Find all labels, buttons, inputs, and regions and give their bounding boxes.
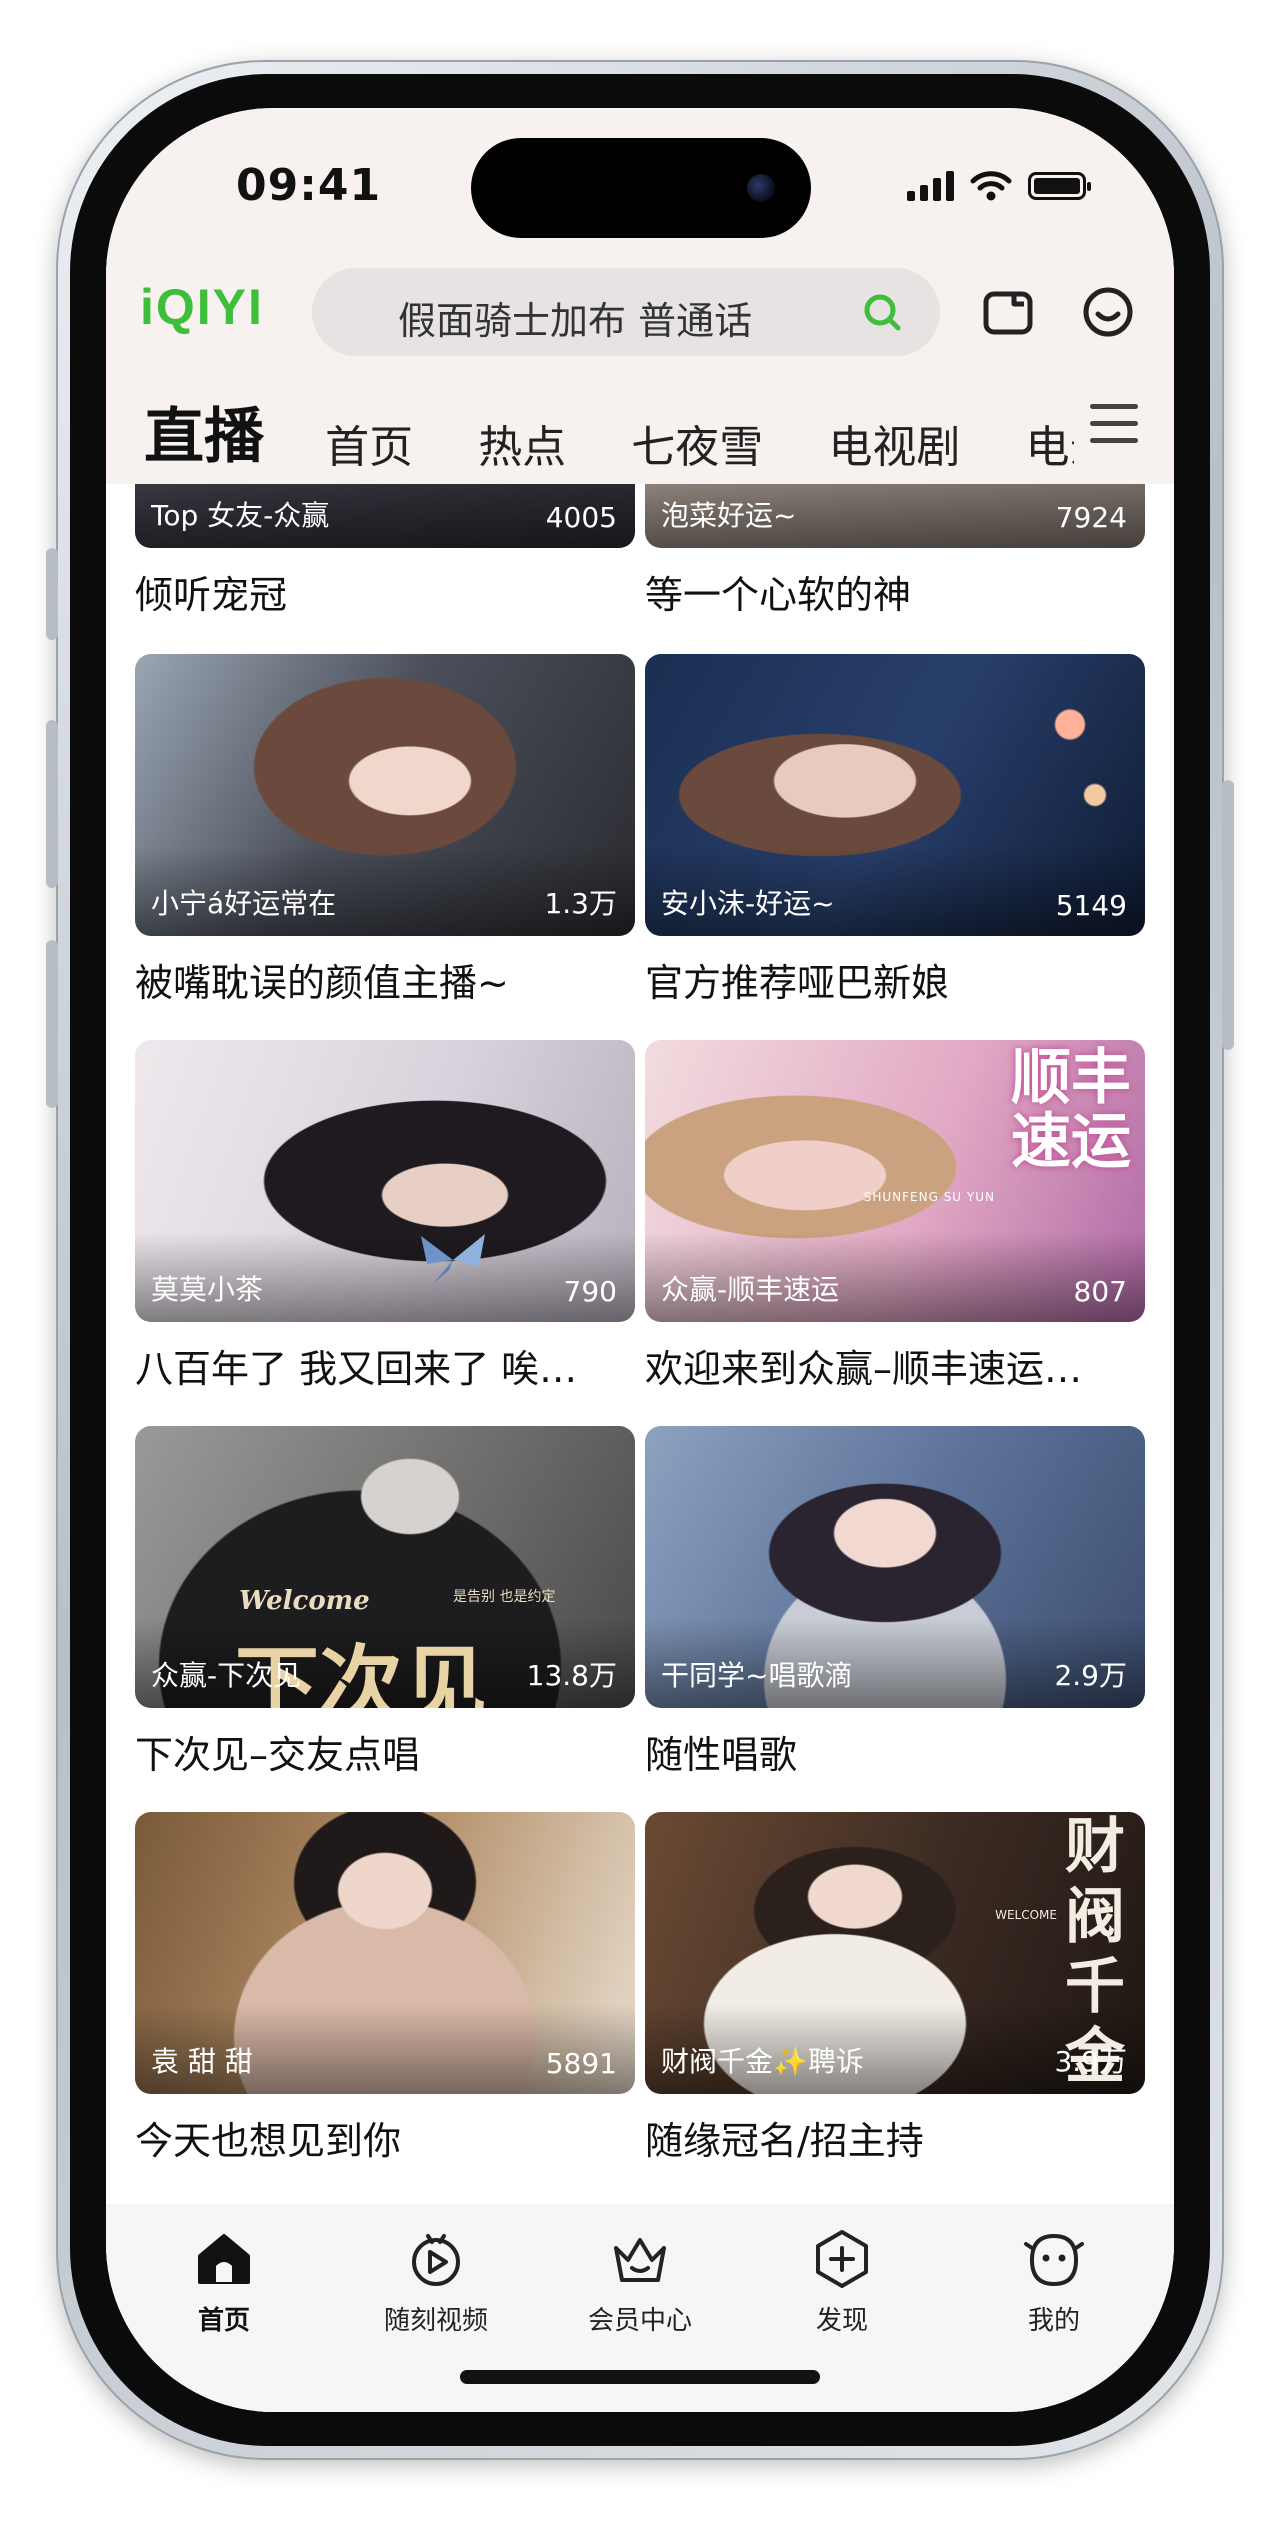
tab-live[interactable]: 直播 — [144, 388, 264, 468]
front-camera-icon — [747, 174, 775, 202]
viewer-count: 5891 — [545, 2047, 617, 2080]
stream-card[interactable]: 袁 甜 甜 5891 今天也想见到你 — [135, 1812, 635, 2165]
viewer-count: 807 — [1073, 1275, 1127, 1308]
dynamic-island — [471, 138, 811, 238]
stream-card[interactable]: 顺丰速运 SHUNFENG SU YUN 众赢-顺丰速运 807 欢迎来到众赢–… — [645, 1040, 1145, 1393]
stream-title[interactable]: 随缘冠名/招主持 — [645, 2110, 1145, 2165]
nav-home[interactable]: 首页 — [134, 2226, 314, 2337]
stream-thumbnail[interactable]: 干同学~唱歌滴 2.9万 — [645, 1426, 1145, 1708]
home-icon — [198, 2234, 250, 2284]
thumbnail-welcome-text: WELCOME — [995, 1908, 1057, 1922]
stream-title[interactable]: 被嘴耽误的颜值主播~ — [135, 952, 635, 1007]
play-circle-icon — [412, 2234, 460, 2286]
viewer-count: 790 — [563, 1275, 617, 1308]
discover-plus-icon — [816, 2230, 868, 2288]
nav-label: 首页 — [197, 2306, 250, 2336]
streamer-name: 小宁á好运常在 — [151, 887, 337, 920]
streamer-name: 泡菜好运~ — [661, 499, 797, 532]
thumbnail-subtitle-text: SHUNFENG SU YUN — [863, 1190, 995, 1204]
thumbnail-title-text: 顺丰速运 — [1011, 1043, 1131, 1177]
nav-label: 我的 — [1027, 2306, 1080, 2336]
nav-suike-video[interactable]: 随刻视频 — [346, 2226, 526, 2337]
cellular-signal-icon — [907, 171, 954, 201]
nav-label: 随刻视频 — [383, 2306, 488, 2336]
nav-discover[interactable]: 发现 — [752, 2226, 932, 2337]
thumbnail-tagline-text: 是告别 也是约定 — [453, 1589, 556, 1605]
volume-up-button — [46, 720, 58, 888]
stream-card[interactable]: 安小沫-好运~ 5149 官方推荐哑巴新娘 — [645, 654, 1145, 1007]
stream-title[interactable]: 倾听宠冠 — [135, 564, 635, 619]
smile-face-icon[interactable] — [1080, 284, 1136, 340]
stream-thumbnail[interactable]: 安小沫-好运~ 5149 — [645, 654, 1145, 936]
tab-hot[interactable]: 热点 — [478, 411, 566, 468]
stream-title[interactable]: 欢迎来到众赢–顺丰速运… — [645, 1338, 1145, 1393]
thumbnail-welcome-text: Welcome — [239, 1586, 370, 1616]
stream-thumbnail[interactable]: 袁 甜 甜 5891 — [135, 1812, 635, 2094]
iqiyi-logo[interactable]: iQIYI — [140, 278, 264, 336]
nav-label: 会员中心 — [587, 2306, 692, 2336]
status-icons — [907, 170, 1091, 202]
tab-movies[interactable]: 电影 — [1025, 411, 1074, 468]
volume-down-button — [46, 940, 58, 1108]
nav-vip-center[interactable]: 会员中心 — [550, 2226, 730, 2337]
battery-icon — [1028, 172, 1091, 200]
stream-thumbnail[interactable]: 财阀千金 WELCOME 财阀千金✨聘诉 3.9万 — [645, 1812, 1145, 2094]
search-bar[interactable]: 假面骑士加布 普通话 — [312, 268, 940, 356]
viewer-count: 2.9万 — [1054, 1659, 1127, 1692]
nav-label: 发现 — [815, 2306, 868, 2336]
app-screen: Top 女友-众赢 4005 倾听宠冠 泡菜好运~ 7924 等一个心软的神 小… — [106, 108, 1174, 2412]
streamer-name: 莫莫小茶 — [151, 1273, 264, 1306]
tab-qiyexue[interactable]: 七夜雪 — [631, 411, 763, 468]
tab-tv-series[interactable]: 电视剧 — [828, 411, 960, 468]
viewer-count: 1.3万 — [544, 887, 617, 920]
streamer-name: 众赢-下次见 — [151, 1659, 302, 1692]
action-button — [46, 548, 58, 640]
streamer-name: Top 女友-众赢 — [151, 499, 330, 532]
stream-thumbnail[interactable]: 莫莫小茶 790 — [135, 1040, 635, 1322]
stream-thumbnail[interactable]: Welcome 是告别 也是约定 下次见 众赢-下次见 13.8万 — [135, 1426, 635, 1708]
search-placeholder[interactable]: 假面骑士加布 普通话 — [398, 290, 752, 345]
viewer-count: 3.9万 — [1054, 2045, 1127, 2078]
stream-title[interactable]: 下次见–交友点唱 — [135, 1724, 635, 1779]
stream-title[interactable]: 随性唱歌 — [645, 1724, 1145, 1779]
wifi-icon — [970, 171, 1012, 201]
stream-card[interactable]: 干同学~唱歌滴 2.9万 随性唱歌 — [645, 1426, 1145, 1779]
tab-home[interactable]: 首页 — [325, 411, 413, 468]
streamer-name: 众赢-顺丰速运 — [661, 1273, 840, 1306]
stream-title[interactable]: 官方推荐哑巴新娘 — [645, 952, 1145, 1007]
streamer-name: 干同学~唱歌滴 — [661, 1659, 853, 1692]
streamer-name: 财阀千金✨聘诉 — [661, 2045, 864, 2078]
nav-mine[interactable]: 我的 — [964, 2226, 1144, 2337]
stream-thumbnail[interactable]: 小宁á好运常在 1.3万 — [135, 654, 635, 936]
stream-card[interactable]: Welcome 是告别 也是约定 下次见 众赢-下次见 13.8万 下次见–交友… — [135, 1426, 635, 1779]
butterfly-decoration — [421, 1234, 485, 1286]
stream-thumbnail[interactable]: 顺丰速运 SHUNFENG SU YUN 众赢-顺丰速运 807 — [645, 1040, 1145, 1322]
history-card-icon[interactable] — [980, 284, 1036, 340]
stream-card[interactable]: 莫莫小茶 790 八百年了 我又回来了 唉… — [135, 1040, 635, 1393]
viewer-count: 4005 — [545, 501, 617, 534]
search-icon[interactable] — [860, 290, 904, 334]
viewer-count: 13.8万 — [526, 1659, 617, 1692]
category-tabs[interactable]: 直播 首页 热点 七夜雪 电视剧 电影 — [144, 388, 1074, 468]
stream-title[interactable]: 今天也想见到你 — [135, 2110, 635, 2165]
tabs-menu-icon[interactable] — [1090, 404, 1138, 444]
streamer-name: 安小沫-好运~ — [661, 887, 835, 920]
stream-title[interactable]: 等一个心软的神 — [645, 564, 1145, 619]
stream-card[interactable]: 小宁á好运常在 1.3万 被嘴耽误的颜值主播~ — [135, 654, 635, 1007]
power-button — [1222, 780, 1234, 1050]
streamer-name: 袁 甜 甜 — [151, 2045, 253, 2078]
home-indicator[interactable] — [460, 2370, 820, 2384]
viewer-count: 5149 — [1055, 889, 1127, 922]
stream-title[interactable]: 八百年了 我又回来了 唉… — [135, 1338, 635, 1393]
crown-icon — [614, 2238, 666, 2282]
stream-card[interactable]: 财阀千金 WELCOME 财阀千金✨聘诉 3.9万 随缘冠名/招主持 — [645, 1812, 1145, 2165]
profile-face-icon — [1024, 2233, 1084, 2287]
status-time: 09:41 — [236, 160, 382, 211]
viewer-count: 7924 — [1055, 501, 1127, 534]
